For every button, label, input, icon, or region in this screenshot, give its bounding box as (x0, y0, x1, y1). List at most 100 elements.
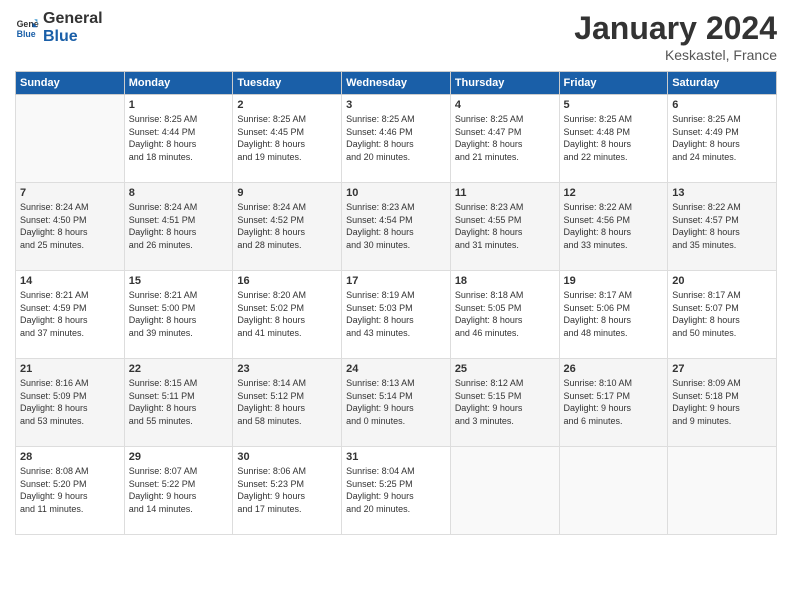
day-cell (668, 447, 777, 535)
day-number: 28 (20, 451, 120, 463)
week-row-1: 1 Sunrise: 8:25 AM Sunset: 4:44 PM Daylig… (16, 95, 777, 183)
day-cell (559, 447, 668, 535)
day-number: 14 (20, 275, 120, 287)
day-number: 22 (129, 363, 229, 375)
svg-text:Blue: Blue (17, 28, 36, 38)
day-info: Sunrise: 8:25 AM Sunset: 4:49 PM Dayligh… (672, 113, 772, 163)
day-cell: 30 Sunrise: 8:06 AM Sunset: 5:23 PM Dayli… (233, 447, 342, 535)
header: General Blue General Blue January 2024 K… (15, 10, 777, 63)
day-cell: 17Sunrise: 8:19 AM Sunset: 5:03 PM Dayli… (342, 271, 451, 359)
day-number: 1 (129, 99, 229, 111)
day-info: Sunrise: 8:20 AM Sunset: 5:02 PM Dayligh… (237, 289, 337, 339)
day-cell: 5 Sunrise: 8:25 AM Sunset: 4:48 PM Daylig… (559, 95, 668, 183)
day-info: Sunrise: 8:14 AM Sunset: 5:12 PM Dayligh… (237, 377, 337, 427)
day-info: Sunrise: 8:04 AM Sunset: 5:25 PM Dayligh… (346, 465, 446, 515)
col-header-thursday: Thursday (450, 72, 559, 95)
day-number: 6 (672, 99, 772, 111)
col-header-sunday: Sunday (16, 72, 125, 95)
week-row-5: 28 Sunrise: 8:08 AM Sunset: 5:20 PM Dayli… (16, 447, 777, 535)
day-cell: 8 Sunrise: 8:24 AM Sunset: 4:51 PM Daylig… (124, 183, 233, 271)
logo-general-text: General (43, 10, 103, 28)
calendar-header-row: SundayMondayTuesdayWednesdayThursdayFrid… (16, 72, 777, 95)
day-cell: 9Sunrise: 8:24 AM Sunset: 4:52 PM Daylig… (233, 183, 342, 271)
day-cell: 25 Sunrise: 8:12 AM Sunset: 5:15 PM Dayli… (450, 359, 559, 447)
day-cell: 11 Sunrise: 8:23 AM Sunset: 4:55 PM Dayli… (450, 183, 559, 271)
day-info: Sunrise: 8:17 AM Sunset: 5:07 PM Dayligh… (672, 289, 772, 339)
day-info: Sunrise: 8:13 AM Sunset: 5:14 PM Dayligh… (346, 377, 446, 427)
day-info: Sunrise: 8:17 AM Sunset: 5:06 PM Dayligh… (564, 289, 664, 339)
day-number: 9 (237, 187, 337, 199)
day-cell: 24 Sunrise: 8:13 AM Sunset: 5:14 PM Dayli… (342, 359, 451, 447)
week-row-3: 14 Sunrise: 8:21 AM Sunset: 4:59 PM Dayli… (16, 271, 777, 359)
logo-icon: General Blue (15, 16, 39, 40)
week-row-4: 21 Sunrise: 8:16 AM Sunset: 5:09 PM Dayli… (16, 359, 777, 447)
day-cell: 31 Sunrise: 8:04 AM Sunset: 5:25 PM Dayli… (342, 447, 451, 535)
location: Keskastel, France (574, 47, 777, 63)
day-number: 24 (346, 363, 446, 375)
day-info: Sunrise: 8:25 AM Sunset: 4:44 PM Dayligh… (129, 113, 229, 163)
day-info: Sunrise: 8:08 AM Sunset: 5:20 PM Dayligh… (20, 465, 120, 515)
day-cell: 20 Sunrise: 8:17 AM Sunset: 5:07 PM Dayli… (668, 271, 777, 359)
day-number: 5 (564, 99, 664, 111)
day-cell: 6 Sunrise: 8:25 AM Sunset: 4:49 PM Daylig… (668, 95, 777, 183)
day-cell: 12 Sunrise: 8:22 AM Sunset: 4:56 PM Dayli… (559, 183, 668, 271)
day-info: Sunrise: 8:25 AM Sunset: 4:48 PM Dayligh… (564, 113, 664, 163)
col-header-monday: Monday (124, 72, 233, 95)
logo-blue-text: Blue (43, 28, 103, 46)
title-area: January 2024 Keskastel, France (574, 10, 777, 63)
day-info: Sunrise: 8:23 AM Sunset: 4:54 PM Dayligh… (346, 201, 446, 251)
day-cell (450, 447, 559, 535)
day-info: Sunrise: 8:06 AM Sunset: 5:23 PM Dayligh… (237, 465, 337, 515)
day-number: 8 (129, 187, 229, 199)
day-info: Sunrise: 8:22 AM Sunset: 4:57 PM Dayligh… (672, 201, 772, 251)
day-info: Sunrise: 8:25 AM Sunset: 4:46 PM Dayligh… (346, 113, 446, 163)
day-number: 13 (672, 187, 772, 199)
day-cell: 22Sunrise: 8:15 AM Sunset: 5:11 PM Dayli… (124, 359, 233, 447)
col-header-wednesday: Wednesday (342, 72, 451, 95)
day-cell: 4Sunrise: 8:25 AM Sunset: 4:47 PM Daylig… (450, 95, 559, 183)
day-number: 15 (129, 275, 229, 287)
day-cell: 16 Sunrise: 8:20 AM Sunset: 5:02 PM Dayli… (233, 271, 342, 359)
day-number: 19 (564, 275, 664, 287)
day-info: Sunrise: 8:12 AM Sunset: 5:15 PM Dayligh… (455, 377, 555, 427)
day-cell: 2Sunrise: 8:25 AM Sunset: 4:45 PM Daylig… (233, 95, 342, 183)
day-number: 20 (672, 275, 772, 287)
day-number: 25 (455, 363, 555, 375)
day-info: Sunrise: 8:16 AM Sunset: 5:09 PM Dayligh… (20, 377, 120, 427)
day-number: 27 (672, 363, 772, 375)
day-info: Sunrise: 8:07 AM Sunset: 5:22 PM Dayligh… (129, 465, 229, 515)
day-info: Sunrise: 8:09 AM Sunset: 5:18 PM Dayligh… (672, 377, 772, 427)
day-cell: 14 Sunrise: 8:21 AM Sunset: 4:59 PM Dayli… (16, 271, 125, 359)
day-cell: 28 Sunrise: 8:08 AM Sunset: 5:20 PM Dayli… (16, 447, 125, 535)
day-number: 21 (20, 363, 120, 375)
page-container: General Blue General Blue January 2024 K… (0, 0, 792, 545)
day-info: Sunrise: 8:23 AM Sunset: 4:55 PM Dayligh… (455, 201, 555, 251)
logo: General Blue General Blue (15, 10, 103, 45)
day-number: 11 (455, 187, 555, 199)
day-info: Sunrise: 8:21 AM Sunset: 4:59 PM Dayligh… (20, 289, 120, 339)
day-info: Sunrise: 8:24 AM Sunset: 4:50 PM Dayligh… (20, 201, 120, 251)
day-number: 12 (564, 187, 664, 199)
svg-text:General: General (17, 19, 39, 29)
col-header-friday: Friday (559, 72, 668, 95)
day-cell: 18Sunrise: 8:18 AM Sunset: 5:05 PM Dayli… (450, 271, 559, 359)
month-title: January 2024 (574, 10, 777, 47)
week-row-2: 7Sunrise: 8:24 AM Sunset: 4:50 PM Daylig… (16, 183, 777, 271)
day-cell: 21 Sunrise: 8:16 AM Sunset: 5:09 PM Dayli… (16, 359, 125, 447)
col-header-tuesday: Tuesday (233, 72, 342, 95)
day-info: Sunrise: 8:21 AM Sunset: 5:00 PM Dayligh… (129, 289, 229, 339)
day-cell: 26Sunrise: 8:10 AM Sunset: 5:17 PM Dayli… (559, 359, 668, 447)
day-cell: 29Sunrise: 8:07 AM Sunset: 5:22 PM Dayli… (124, 447, 233, 535)
day-info: Sunrise: 8:24 AM Sunset: 4:51 PM Dayligh… (129, 201, 229, 251)
day-cell: 3Sunrise: 8:25 AM Sunset: 4:46 PM Daylig… (342, 95, 451, 183)
day-number: 30 (237, 451, 337, 463)
day-info: Sunrise: 8:18 AM Sunset: 5:05 PM Dayligh… (455, 289, 555, 339)
calendar-table: SundayMondayTuesdayWednesdayThursdayFrid… (15, 71, 777, 535)
day-info: Sunrise: 8:22 AM Sunset: 4:56 PM Dayligh… (564, 201, 664, 251)
day-cell: 15 Sunrise: 8:21 AM Sunset: 5:00 PM Dayli… (124, 271, 233, 359)
day-number: 31 (346, 451, 446, 463)
day-cell: 7Sunrise: 8:24 AM Sunset: 4:50 PM Daylig… (16, 183, 125, 271)
day-info: Sunrise: 8:10 AM Sunset: 5:17 PM Dayligh… (564, 377, 664, 427)
day-number: 16 (237, 275, 337, 287)
day-cell: 13 Sunrise: 8:22 AM Sunset: 4:57 PM Dayli… (668, 183, 777, 271)
